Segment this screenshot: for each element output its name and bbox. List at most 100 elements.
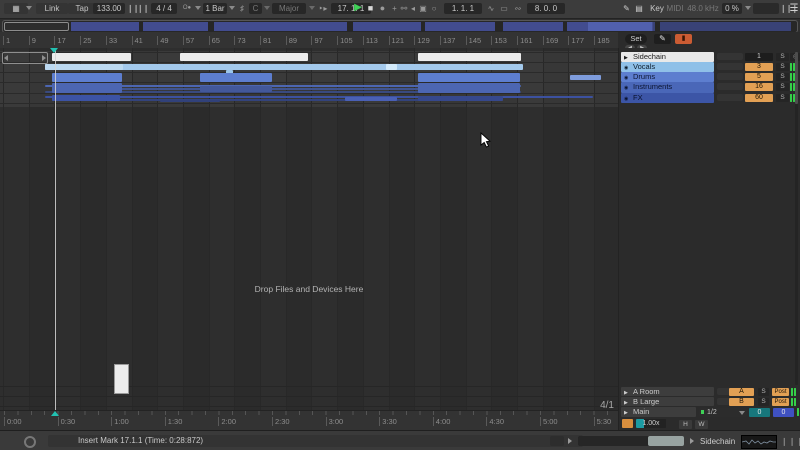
capture-midi-icon[interactable]: ▣ — [418, 2, 428, 15]
clip-drums[interactable] — [200, 73, 272, 82]
clip-drums[interactable] — [52, 73, 122, 82]
track-name[interactable]: ◉FX — [621, 93, 714, 103]
clip-fx[interactable] — [52, 95, 120, 101]
clip-sidechain[interactable] — [52, 53, 131, 61]
groove-pool-icon[interactable] — [622, 419, 633, 428]
playback-speed-field[interactable]: 1.00x — [636, 419, 666, 428]
clip-fx[interactable] — [418, 96, 503, 101]
beat-time-ruler[interactable]: 1917253341495765738189971051131211291371… — [0, 32, 618, 49]
track-name[interactable]: ◉Instruments — [621, 82, 714, 93]
quantize-caret-icon[interactable] — [229, 6, 235, 10]
track-header-sidechain[interactable]: ▶Sidechain 1 S ◎ — [619, 52, 800, 62]
return-name[interactable]: ▶B Large — [621, 397, 714, 406]
metronome-caret-icon[interactable] — [195, 6, 201, 10]
main-track-header[interactable]: ▶Main 1/2 0 0 — [619, 407, 800, 417]
solo-button[interactable]: S — [776, 94, 789, 102]
solo-button[interactable]: S — [758, 398, 769, 406]
clip-sidechain[interactable] — [180, 53, 308, 61]
preview-waveform[interactable] — [741, 435, 777, 449]
track-value-box[interactable]: 5 — [745, 73, 773, 81]
computer-midi-keyboard-icon[interactable]: ▤ — [633, 2, 645, 15]
clip-instruments[interactable] — [52, 83, 122, 93]
link-button[interactable]: Link — [36, 3, 68, 14]
tap-tempo-button[interactable]: Tap — [68, 3, 96, 14]
track-header-drums[interactable]: ◉Drums 5 S — [619, 72, 800, 82]
track-fold-icon[interactable]: ◉ — [624, 63, 628, 72]
main-volume-box[interactable]: 0 — [773, 408, 794, 417]
track-value-box[interactable]: 1 — [745, 53, 773, 61]
return-value-box[interactable]: B — [729, 398, 754, 406]
optimize-height-button[interactable]: H — [679, 420, 692, 429]
track-value-box[interactable]: 3 — [745, 63, 773, 71]
post-toggle[interactable]: Post — [772, 388, 789, 396]
minute-time-ruler[interactable]: 0:000:301:001:302:002:303:003:304:004:30… — [0, 410, 618, 431]
clip-fx[interactable] — [160, 100, 220, 102]
punch-in-icon[interactable]: ∿ — [486, 2, 496, 15]
nudge-up-icon[interactable]: ❙❙❙ — [137, 2, 148, 15]
nudge-down-icon[interactable]: ❙❙ — [127, 2, 136, 15]
draw-mode-icon[interactable]: ✎ — [621, 2, 632, 15]
preview-right-arrow-icon[interactable] — [690, 438, 694, 444]
track-value-box[interactable]: 60 — [745, 94, 773, 102]
track-header-instruments[interactable]: ◉Instruments 16 S — [619, 82, 800, 93]
play-button[interactable]: ▶ — [352, 1, 364, 14]
view-options-icon[interactable]: ▦ — [4, 3, 28, 14]
track-value-box[interactable]: 16 — [745, 83, 773, 91]
metronome-icon[interactable]: O● — [180, 2, 194, 15]
cue-caret-icon[interactable] — [739, 411, 745, 415]
arrangement-record-button[interactable]: ● — [377, 2, 388, 15]
clip-fx[interactable] — [45, 96, 593, 98]
return-value-box[interactable]: A — [729, 388, 754, 396]
preview-scrollbar-thumb[interactable] — [648, 436, 684, 446]
panel-scrollbar-thumb[interactable] — [795, 52, 798, 104]
clip-drums[interactable] — [570, 75, 601, 80]
time-signature-field[interactable]: 4 / 4 — [151, 3, 177, 14]
set-locator-button[interactable]: Set — [625, 34, 647, 44]
track-fold-icon[interactable]: ◉ — [624, 73, 628, 82]
return-track-a-room[interactable]: ▶A Room A S Post — [619, 387, 800, 396]
track-fold-icon[interactable]: ▶ — [624, 53, 628, 62]
main-track-name[interactable]: ▶Main — [621, 407, 696, 417]
scale-name-menu[interactable]: Major — [272, 3, 306, 14]
solo-button[interactable]: S — [776, 63, 789, 71]
draw-automation-icon[interactable]: ✎ — [654, 34, 671, 44]
solo-button[interactable]: S — [758, 388, 769, 396]
loop-start-handle-icon[interactable] — [4, 55, 8, 61]
arrangement-quantize-button[interactable]: ▮ — [675, 34, 692, 44]
scale-root-menu[interactable]: C — [249, 3, 262, 14]
clip-sidechain[interactable] — [418, 53, 521, 61]
main-pan-box[interactable]: 0 — [749, 408, 770, 417]
optimize-width-button[interactable]: W — [695, 420, 708, 429]
return-track-b-large[interactable]: ▶B Large B S Post — [619, 397, 800, 406]
track-fold-icon[interactable]: ▶ — [624, 388, 628, 396]
overview-view-window[interactable] — [4, 22, 69, 31]
clip-vocals[interactable] — [386, 64, 397, 70]
hamburger-menu-icon[interactable]: ☰ — [789, 2, 799, 15]
track-fold-icon[interactable]: ▶ — [624, 408, 628, 417]
clip-instruments[interactable] — [418, 83, 520, 93]
arrangement-canvas[interactable]: Drop Files and Devices Here 4/1 — [0, 48, 618, 410]
preview-left-arrow-icon[interactable] — [568, 438, 572, 444]
preview-toggle-box[interactable] — [550, 436, 564, 446]
scale-icon[interactable]: ♯ — [238, 2, 246, 15]
view-options-caret-icon[interactable] — [26, 6, 32, 10]
track-fold-icon[interactable]: ◉ — [624, 94, 628, 103]
loop-switch-icon[interactable]: ▭ — [497, 2, 511, 15]
loop-length-field[interactable]: 8. 0. 0 — [527, 3, 565, 14]
scale-root-caret-icon[interactable] — [264, 6, 270, 10]
track-header-fx[interactable]: ◉FX 60 S — [619, 93, 800, 103]
tempo-field[interactable]: 133.00 — [93, 3, 125, 14]
stop-button[interactable]: ■ — [365, 2, 376, 15]
loop-end-handle-icon[interactable] — [42, 55, 46, 61]
solo-button[interactable]: S — [776, 73, 789, 81]
punch-out-icon[interactable]: ∾ — [513, 2, 523, 15]
midi-map-button[interactable]: MIDI — [664, 2, 686, 15]
return-name[interactable]: ▶A Room — [621, 387, 714, 396]
re-enable-automation-icon[interactable]: ◂ — [409, 2, 417, 15]
track-name[interactable]: ▶Sidechain — [621, 52, 714, 62]
quantize-menu[interactable]: 1 Bar — [203, 3, 227, 14]
post-toggle[interactable]: Post — [772, 398, 789, 406]
clip-fx[interactable] — [345, 97, 397, 101]
session-record-icon[interactable]: ○ — [429, 2, 439, 15]
track-header-vocals[interactable]: ◉Vocals 3 S — [619, 62, 800, 72]
